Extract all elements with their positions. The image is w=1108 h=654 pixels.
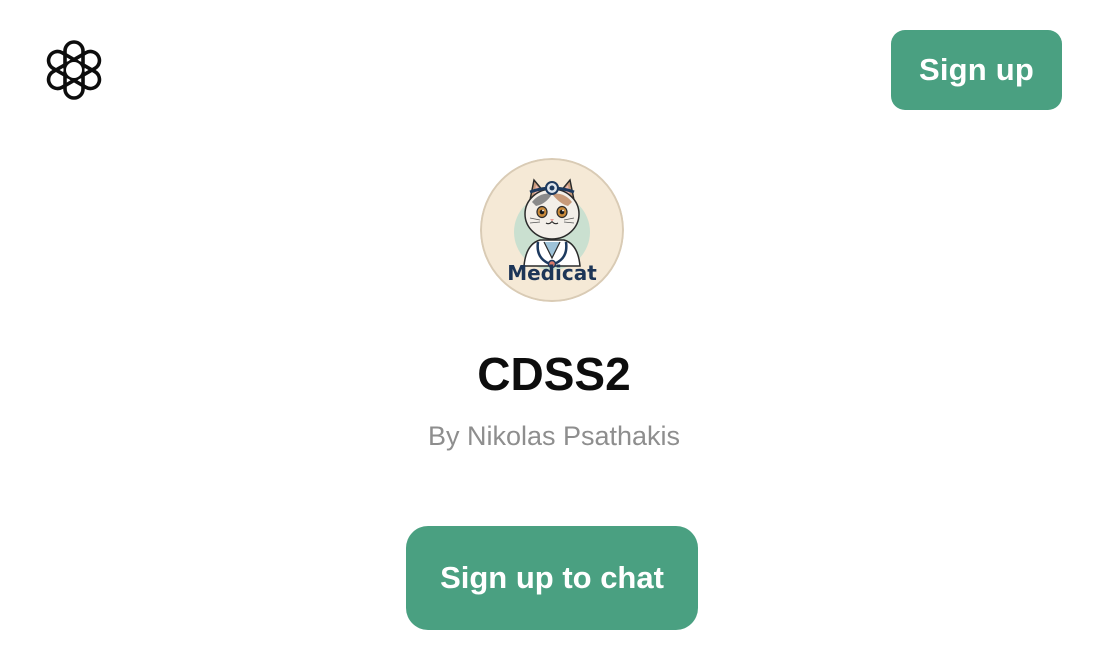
gpt-author: By Nikolas Psathakis bbox=[427, 421, 681, 451]
avatar-brand-text: Medicat bbox=[507, 261, 597, 285]
openai-logo-icon[interactable] bbox=[42, 38, 106, 102]
gpt-title: CDSS2 bbox=[477, 348, 631, 400]
signup-to-chat-button[interactable]: Sign up to chat bbox=[406, 526, 698, 630]
page: Sign up Medicat CDSS2 By Nikolas Psathak… bbox=[0, 0, 1108, 654]
gpt-avatar: Medicat bbox=[480, 158, 624, 302]
signup-button[interactable]: Sign up bbox=[891, 30, 1062, 110]
